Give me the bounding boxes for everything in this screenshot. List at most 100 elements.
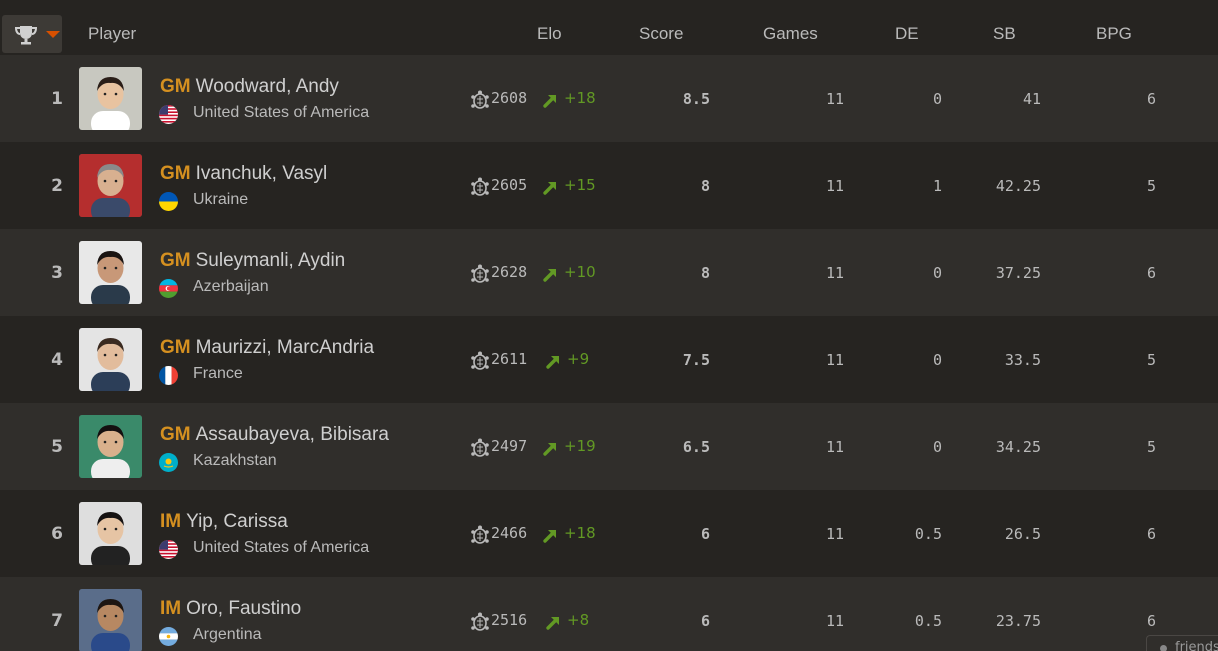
- table-row[interactable]: 2 GM Ivanchuk, Vasyl Ukraine 2605 +15 8 11 1 42.2…: [0, 142, 1218, 229]
- rank-cell: 1: [51, 89, 63, 109]
- avatar[interactable]: [79, 589, 142, 651]
- avatar[interactable]: [79, 67, 142, 130]
- de-cell: 1: [932, 177, 942, 195]
- bpg-cell: 6: [1146, 612, 1156, 630]
- country-name: Ukraine: [193, 191, 249, 208]
- sb-cell: 26.5: [1004, 525, 1041, 543]
- score-cell: 6: [700, 525, 710, 543]
- games-cell: 11: [825, 438, 844, 456]
- column-header-bpg[interactable]: BPG: [1096, 24, 1132, 44]
- column-header-score[interactable]: Score: [639, 24, 683, 44]
- games-cell: 11: [825, 525, 844, 543]
- sb-cell: 33.5: [1004, 351, 1041, 369]
- rating-diff: +8: [567, 611, 590, 629]
- score-cell: 8: [700, 177, 710, 195]
- bpg-cell: 5: [1146, 438, 1156, 456]
- kz-flag-icon: [159, 453, 178, 472]
- fr-flag-icon: [159, 366, 178, 385]
- de-cell: 0.5: [914, 612, 942, 630]
- player-title: GM: [160, 337, 191, 358]
- online-status-icon: [1160, 645, 1167, 651]
- elo-rating: 2608: [491, 89, 528, 107]
- player-name-text: Yip, Carissa: [186, 511, 288, 532]
- az-flag-icon: [159, 279, 178, 298]
- rating-diff: +18: [564, 89, 596, 107]
- rank-cell: 7: [51, 611, 63, 631]
- games-cell: 11: [825, 177, 844, 195]
- friends-label: friends: [1175, 640, 1218, 651]
- score-cell: 6.5: [682, 438, 710, 456]
- country-name: United States of America: [193, 104, 370, 121]
- avatar[interactable]: [79, 502, 142, 565]
- country-name: United States of America: [193, 539, 370, 556]
- elo-rating: 2466: [491, 524, 528, 542]
- score-cell: 7.5: [682, 351, 710, 369]
- column-header-games[interactable]: Games: [763, 24, 818, 44]
- player-title: IM: [160, 598, 182, 619]
- chevron-down-icon: [46, 31, 60, 38]
- elo-rating: 2516: [491, 611, 528, 629]
- arrow-up-right-icon: [542, 527, 559, 544]
- de-cell: 0.5: [914, 525, 942, 543]
- player-title: GM: [160, 163, 191, 184]
- sb-cell: 23.75: [995, 612, 1041, 630]
- table-row[interactable]: 6 IM Yip, Carissa United States of America 2…: [0, 490, 1218, 577]
- de-cell: 0: [932, 264, 942, 282]
- player-name-text: Oro, Faustino: [186, 598, 302, 619]
- arrow-up-right-icon: [545, 353, 562, 370]
- sb-cell: 41: [1022, 90, 1041, 108]
- country-name: Kazakhstan: [193, 452, 277, 469]
- ua-flag-icon: [159, 192, 178, 211]
- player-name[interactable]: GM Suleymanli, Aydin: [160, 250, 345, 272]
- avatar[interactable]: [79, 415, 142, 478]
- player-name[interactable]: GM Ivanchuk, Vasyl: [160, 163, 327, 185]
- player-name-text: Maurizzi, MarcAndria: [195, 337, 375, 358]
- sb-cell: 37.25: [995, 264, 1041, 282]
- elo-rating: 2628: [491, 263, 528, 281]
- table-row[interactable]: 1 GM Woodward, Andy United States of Americ…: [0, 55, 1218, 142]
- avatar[interactable]: [79, 328, 142, 391]
- column-header-sb[interactable]: SB: [993, 24, 1016, 44]
- turtle-icon: [469, 89, 491, 111]
- bpg-cell: 6: [1146, 264, 1156, 282]
- column-header-elo[interactable]: Elo: [537, 24, 562, 44]
- games-cell: 11: [825, 612, 844, 630]
- rank-cell: 4: [51, 350, 63, 370]
- de-cell: 0: [932, 351, 942, 369]
- friends-box[interactable]: friends: [1146, 635, 1218, 651]
- sort-menu-button[interactable]: [2, 15, 62, 53]
- table-row[interactable]: 4 GM Maurizzi, MarcAndria France 2611 +9 7.5 11…: [0, 316, 1218, 403]
- rating-diff: +15: [564, 176, 596, 194]
- bpg-cell: 6: [1146, 90, 1156, 108]
- games-cell: 11: [825, 90, 844, 108]
- avatar[interactable]: [79, 154, 142, 217]
- score-cell: 8.5: [682, 90, 710, 108]
- avatar[interactable]: [79, 241, 142, 304]
- elo-rating: 2497: [491, 437, 528, 455]
- player-title: GM: [160, 76, 191, 97]
- player-name-text: Suleymanli, Aydin: [195, 250, 346, 271]
- arrow-up-right-icon: [545, 614, 562, 631]
- bpg-cell: 5: [1146, 177, 1156, 195]
- player-title: IM: [160, 511, 182, 532]
- table-row[interactable]: 3 GM Suleymanli, Aydin Azerbaijan 2628 +10 8 11…: [0, 229, 1218, 316]
- turtle-icon: [469, 350, 491, 372]
- rating-diff: +18: [564, 524, 596, 542]
- player-name[interactable]: IM Yip, Carissa: [160, 511, 288, 533]
- player-name[interactable]: GM Maurizzi, MarcAndria: [160, 337, 374, 359]
- player-name[interactable]: GM Assaubayeva, Bibisara: [160, 424, 389, 446]
- turtle-icon: [469, 263, 491, 285]
- country-name: Argentina: [193, 626, 262, 643]
- games-cell: 11: [825, 264, 844, 282]
- table-row[interactable]: 7 IM Oro, Faustino Argentina 2516 +8 6 11 0.5 23.…: [0, 577, 1218, 651]
- sb-cell: 42.25: [995, 177, 1041, 195]
- player-name[interactable]: GM Woodward, Andy: [160, 76, 339, 98]
- column-header-de[interactable]: DE: [895, 24, 919, 44]
- trophy-icon: [15, 26, 37, 45]
- player-name[interactable]: IM Oro, Faustino: [160, 598, 301, 620]
- elo-rating: 2611: [491, 350, 528, 368]
- arrow-up-right-icon: [542, 266, 559, 283]
- rank-cell: 6: [51, 524, 63, 544]
- column-header-player[interactable]: Player: [88, 24, 136, 44]
- table-row[interactable]: 5 GM Assaubayeva, Bibisara Kazakhstan 2497 +1…: [0, 403, 1218, 490]
